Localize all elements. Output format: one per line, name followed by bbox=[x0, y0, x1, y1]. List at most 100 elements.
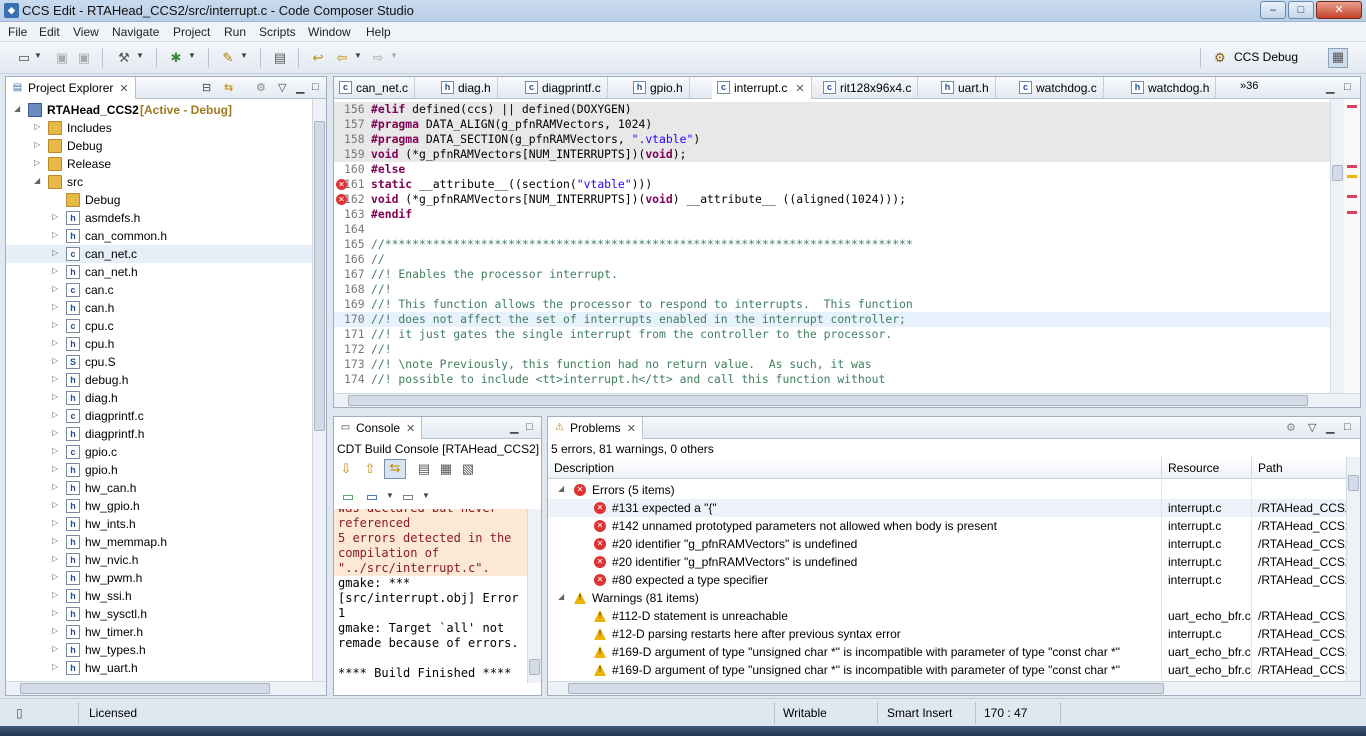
collapsed-arrow-icon[interactable]: ▷ bbox=[52, 626, 62, 635]
code-line[interactable]: 173 //! \note Previously, this function h… bbox=[334, 357, 1330, 372]
scroll-lock-icon[interactable]: ⇆ bbox=[384, 459, 406, 479]
display-console-icon[interactable]: ▦ bbox=[438, 461, 454, 477]
problem-row[interactable]: ✕ #131 expected a "{" interrupt.c/RTAHead_… bbox=[548, 499, 1346, 517]
console-view-icon[interactable]: ▭ bbox=[400, 489, 416, 505]
expanded-arrow-icon[interactable]: ◢ bbox=[558, 484, 564, 493]
code-line[interactable]: 166 // bbox=[334, 252, 1330, 267]
more-tabs-indicator[interactable]: »36 bbox=[1240, 80, 1258, 92]
tree-item[interactable]: ▷ h hw_nvic.h bbox=[6, 551, 312, 569]
code-line[interactable]: 164 bbox=[334, 222, 1330, 237]
collapsed-arrow-icon[interactable]: ▷ bbox=[52, 284, 62, 293]
code-line[interactable]: 157 #pragma DATA_ALIGN(g_pfnRAMVectors, 1… bbox=[334, 117, 1330, 132]
collapsed-arrow-icon[interactable]: ▷ bbox=[52, 392, 62, 401]
pin-console-icon[interactable]: ▤ bbox=[416, 461, 432, 477]
collapsed-arrow-icon[interactable]: ▷ bbox=[52, 644, 62, 653]
close-tab-icon[interactable]: ✕ bbox=[119, 83, 128, 95]
problem-row[interactable]: ✕ #142 unnamed prototyped parameters not … bbox=[548, 517, 1346, 535]
menu-scripts[interactable]: Scripts bbox=[259, 25, 296, 39]
column-header-description[interactable]: Description bbox=[548, 457, 1162, 479]
editor-tab[interactable]: c diagprintf.c bbox=[520, 77, 608, 99]
editor-tab[interactable]: h diag.h bbox=[436, 77, 498, 99]
editor-tab[interactable]: h uart.h bbox=[936, 77, 996, 99]
editor-vertical-scrollbar[interactable] bbox=[1330, 99, 1344, 393]
collapsed-arrow-icon[interactable]: ▷ bbox=[52, 608, 62, 617]
problems-vertical-scrollbar[interactable] bbox=[1346, 457, 1360, 681]
tree-horizontal-scrollbar[interactable] bbox=[6, 681, 326, 695]
tree-vertical-scrollbar[interactable] bbox=[312, 99, 326, 681]
code-line[interactable]: 165 //***********************************… bbox=[334, 237, 1330, 252]
problem-row[interactable]: ✕ #20 identifier "g_pfnRAMVectors" is und… bbox=[548, 553, 1346, 571]
problem-row[interactable]: ! #169-D argument of type "unsigned char … bbox=[548, 643, 1346, 661]
debug-dropdown-icon[interactable]: ▼ bbox=[188, 51, 196, 60]
editor-tab[interactable]: c watchdog.c bbox=[1014, 77, 1104, 99]
flash-dropdown-icon[interactable]: ▼ bbox=[240, 51, 248, 60]
flash-icon[interactable]: ✎ bbox=[220, 50, 236, 66]
menu-file[interactable]: File bbox=[8, 25, 27, 39]
view-icon[interactable]: ▤ bbox=[272, 50, 288, 66]
tree-item[interactable]: ▷ h cpu.h bbox=[6, 335, 312, 353]
open-console-icon[interactable]: ▭ bbox=[364, 489, 380, 505]
tree-item[interactable]: ▷ h hw_uart.h bbox=[6, 659, 312, 677]
collapsed-arrow-icon[interactable]: ▷ bbox=[52, 338, 62, 347]
maximize-button[interactable]: □ bbox=[1288, 1, 1314, 19]
scroll-down-icon[interactable]: ⇩ bbox=[338, 461, 354, 477]
tree-item[interactable]: ▷ h hw_can.h bbox=[6, 479, 312, 497]
code-line[interactable]: 172 //! bbox=[334, 342, 1330, 357]
problems-horizontal-scrollbar[interactable] bbox=[548, 681, 1360, 695]
code-line[interactable]: 168 //! bbox=[334, 282, 1330, 297]
collapsed-arrow-icon[interactable]: ▷ bbox=[52, 428, 62, 437]
problem-row[interactable]: ! #12-D parsing restarts here after previ… bbox=[548, 625, 1346, 643]
expanded-arrow-icon[interactable]: ◢ bbox=[558, 592, 564, 601]
maximize-view-icon[interactable]: □ bbox=[526, 421, 533, 433]
filter-icon[interactable]: ⚙ bbox=[256, 81, 266, 94]
collapsed-arrow-icon[interactable]: ▷ bbox=[34, 158, 44, 167]
collapsed-arrow-icon[interactable]: ▷ bbox=[52, 464, 62, 473]
tree-item[interactable]: ▷ h hw_types.h bbox=[6, 641, 312, 659]
column-header-resource[interactable]: Resource bbox=[1162, 457, 1252, 479]
tree-item[interactable]: ▷ h diagprintf.h bbox=[6, 425, 312, 443]
code-line[interactable]: 167 //! Enables the processor interrupt. bbox=[334, 267, 1330, 282]
save-icon[interactable]: ▣ bbox=[54, 50, 70, 66]
view-menu-icon[interactable]: ▽ bbox=[1308, 421, 1316, 434]
open-console-dropdown-icon[interactable]: ▼ bbox=[386, 491, 394, 500]
expanded-arrow-icon[interactable]: ◢ bbox=[34, 176, 44, 185]
tab-console[interactable]: ▭ Console ✕ bbox=[334, 417, 423, 439]
new-dropdown-icon[interactable]: ▼ bbox=[34, 51, 42, 60]
editor-tab[interactable]: h gpio.h bbox=[628, 77, 690, 99]
code-line[interactable]: 170 //! does not affect the set of interr… bbox=[334, 312, 1330, 327]
collapsed-arrow-icon[interactable]: ▷ bbox=[52, 356, 62, 365]
collapsed-arrow-icon[interactable]: ▷ bbox=[52, 248, 62, 257]
maximize-view-icon[interactable]: □ bbox=[312, 81, 319, 93]
tree-item[interactable]: ▷ c can_net.c bbox=[6, 245, 312, 263]
collapsed-arrow-icon[interactable]: ▷ bbox=[52, 536, 62, 545]
new-icon[interactable]: ▭ bbox=[16, 50, 32, 66]
console-vertical-scrollbar[interactable] bbox=[527, 509, 541, 683]
tree-item[interactable]: ▷ Release bbox=[6, 155, 312, 173]
tree-item[interactable]: ▷ h can_net.h bbox=[6, 263, 312, 281]
collapsed-arrow-icon[interactable]: ▷ bbox=[52, 518, 62, 527]
editor-tab[interactable]: c interrupt.c ✕ bbox=[712, 77, 812, 99]
tree-item[interactable]: ▷ h asmdefs.h bbox=[6, 209, 312, 227]
close-tab-icon[interactable]: ✕ bbox=[406, 423, 415, 435]
forward-dropdown-icon[interactable]: ▼ bbox=[390, 51, 398, 60]
code-line[interactable]: 158 #pragma DATA_SECTION(g_pfnRAMVectors,… bbox=[334, 132, 1330, 147]
collapsed-arrow-icon[interactable]: ▷ bbox=[34, 122, 44, 131]
tree-item[interactable]: ▷ h can.h bbox=[6, 299, 312, 317]
tree-item[interactable]: ▷ h hw_timer.h bbox=[6, 623, 312, 641]
tree-item[interactable]: Debug bbox=[6, 191, 312, 209]
collapsed-arrow-icon[interactable]: ▷ bbox=[52, 482, 62, 491]
tree-item[interactable]: ▷ Includes bbox=[6, 119, 312, 137]
tree-item[interactable]: ▷ h debug.h bbox=[6, 371, 312, 389]
maximize-view-icon[interactable]: □ bbox=[1344, 421, 1351, 433]
tree-item[interactable]: ▷ Debug bbox=[6, 137, 312, 155]
collapsed-arrow-icon[interactable]: ▷ bbox=[52, 212, 62, 221]
collapsed-arrow-icon[interactable]: ▷ bbox=[52, 266, 62, 275]
editor-tab[interactable]: h watchdog.h bbox=[1126, 77, 1217, 99]
menu-view[interactable]: View bbox=[73, 25, 99, 39]
tab-project-explorer[interactable]: ▤ Project Explorer ✕ bbox=[6, 77, 136, 99]
tree-item[interactable]: ◢ src bbox=[6, 173, 312, 191]
save-all-icon[interactable]: ▣ bbox=[76, 50, 92, 66]
scroll-up-icon[interactable]: ⇧ bbox=[362, 461, 378, 477]
tree-item[interactable]: ▷ Scpu.S bbox=[6, 353, 312, 371]
collapsed-arrow-icon[interactable]: ▷ bbox=[52, 590, 62, 599]
